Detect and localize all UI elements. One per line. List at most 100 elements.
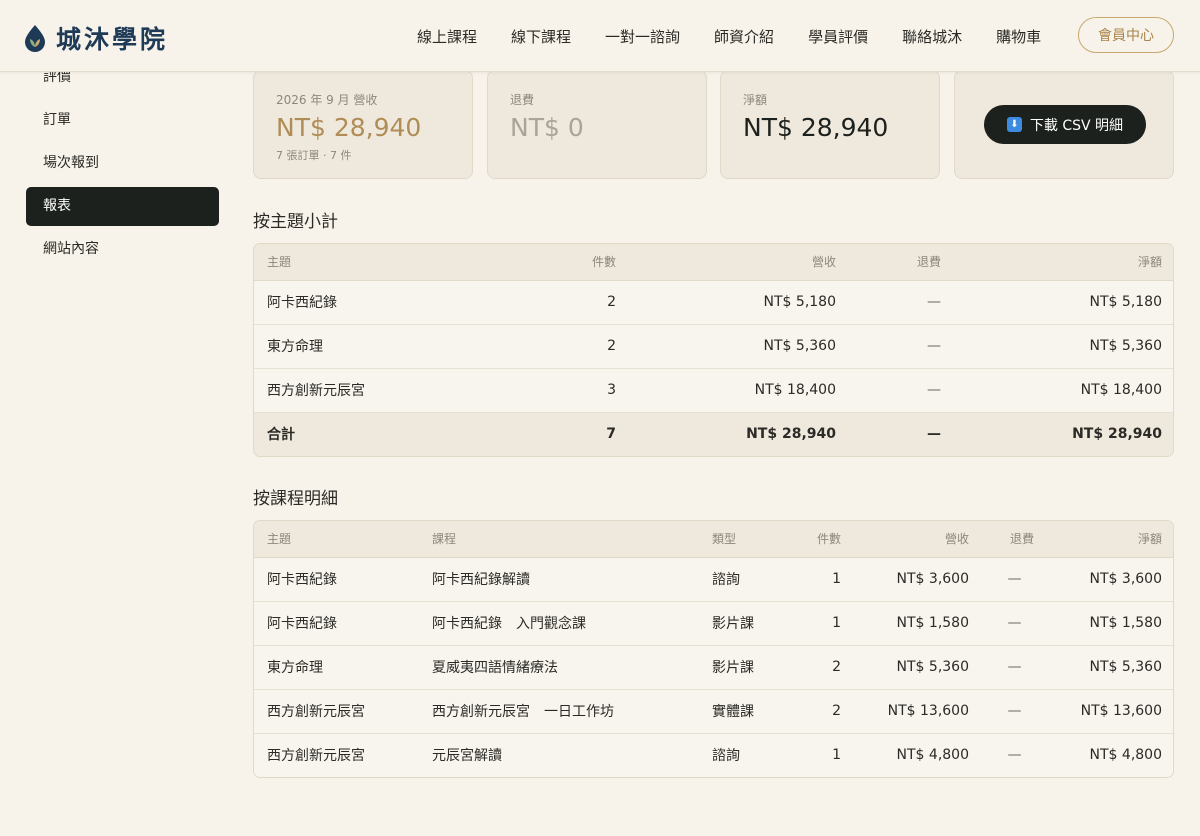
brand-name: 城沐學院: [56, 25, 169, 54]
cell-count: 2: [504, 280, 629, 325]
cell-total-net: NT$ 28,940: [954, 412, 1173, 456]
nav-cart[interactable]: 購物車: [996, 26, 1041, 47]
table-header-row: 主題 課程 類型 件數 營收 退費 淨額: [254, 521, 1173, 558]
refund-value: NT$ 0: [510, 113, 584, 142]
cell-count: 2: [784, 689, 854, 734]
cell-revenue: NT$ 3,600: [854, 557, 982, 602]
col-revenue[interactable]: 營收: [629, 244, 849, 281]
table-header-row: 主題 件數 營收 退費 淨額: [254, 244, 1173, 281]
nav-online-courses[interactable]: 線上課程: [417, 26, 477, 47]
download-csv-label: 下載 CSV 明細: [1029, 117, 1124, 134]
cell-count: 1: [832, 747, 841, 764]
admin-sidebar: 評價 訂單 場次報到 報表 網站內容: [26, 58, 219, 273]
sidebar-item-site-content[interactable]: 網站內容: [26, 230, 219, 269]
col-net[interactable]: 淨額: [954, 244, 1173, 281]
download-csv-button[interactable]: ⬇ 下載 CSV 明細: [984, 105, 1146, 144]
cell-topic: 西方創新元辰宮: [267, 748, 365, 765]
table-row: 東方命理 夏威夷四語情緒療法 影片課 2 NT$ 5,360 — NT$ 5,3…: [254, 645, 1173, 690]
col-topic[interactable]: 主題: [254, 521, 419, 558]
cell-net: NT$ 5,360: [1047, 645, 1173, 690]
cell-revenue: NT$ 13,600: [854, 689, 982, 734]
revenue-card: 2026 年 9 月 營收 NT$ 28,940 7 張訂單 · 7 件: [253, 70, 473, 179]
table-row: 阿卡西紀錄 2 NT$ 5,180 — NT$ 5,180: [254, 280, 1173, 325]
download-arrow-icon: ⬇: [1006, 117, 1022, 132]
cell-course: 夏威夷四語情緒療法: [419, 645, 699, 690]
col-count[interactable]: 件數: [784, 521, 854, 558]
net-value: NT$ 28,940: [743, 113, 889, 142]
cell-net: NT$ 13,600: [1047, 689, 1173, 734]
cell-refund: —: [982, 601, 1047, 646]
nav-offline-courses[interactable]: 線下課程: [511, 26, 571, 47]
cell-net: NT$ 5,180: [954, 280, 1173, 325]
cell-net: NT$ 4,800: [1089, 747, 1162, 764]
revenue-value: NT$ 28,940: [276, 113, 422, 142]
cell-topic: 阿卡西紀錄: [254, 601, 419, 646]
cell-refund: —: [849, 280, 954, 325]
cell-net: NT$ 1,580: [1047, 601, 1173, 646]
cell-total-refund: —: [849, 412, 954, 456]
refund-label: 退費: [510, 93, 535, 107]
net-card: 淨額 NT$ 28,940: [720, 70, 940, 179]
col-revenue[interactable]: 營收: [854, 521, 982, 558]
cell-count: 1: [784, 601, 854, 646]
nav-consultation[interactable]: 一對一諮詢: [605, 26, 680, 47]
cell-count: 2: [504, 324, 629, 369]
nav-reviews[interactable]: 學員評價: [808, 26, 868, 47]
cell-count: 2: [784, 645, 854, 690]
member-center-button[interactable]: 會員中心: [1078, 17, 1174, 53]
sidebar-item-reports[interactable]: 報表: [26, 187, 219, 226]
cell-total-label: 合計: [254, 412, 504, 456]
cell-type: 實體課: [699, 689, 784, 734]
table-row: 阿卡西紀錄 阿卡西紀錄 入門觀念課 影片課 1 NT$ 1,580 — NT$ …: [254, 601, 1173, 646]
cell-revenue: NT$ 5,360: [629, 324, 849, 369]
cell-revenue: NT$ 1,580: [854, 601, 982, 646]
table-row: 西方創新元辰宮 元辰宮解讀 諮詢 1 NT$ 4,800 — NT$ 4,800: [254, 733, 1173, 777]
col-type[interactable]: 類型: [699, 521, 784, 558]
cell-topic: 西方創新元辰宮: [254, 368, 504, 413]
cell-course: 阿卡西紀錄 入門觀念課: [419, 601, 699, 646]
col-refund[interactable]: 退費: [849, 244, 954, 281]
leaf-drop-icon: [25, 25, 45, 52]
main-nav: 線上課程 線下課程 一對一諮詢 師資介紹 學員評價 聯絡城沐 購物車: [400, 0, 1058, 72]
cell-course: 元辰宮解讀: [432, 748, 502, 765]
cell-course: 阿卡西紀錄解讀: [419, 557, 699, 602]
sidebar-item-checkin[interactable]: 場次報到: [26, 144, 219, 183]
col-count[interactable]: 件數: [504, 244, 629, 281]
cell-refund: —: [982, 557, 1047, 602]
cell-topic: 阿卡西紀錄: [254, 280, 504, 325]
cell-refund: —: [1007, 747, 1022, 764]
topic-subtotal-title: 按主題小計: [253, 212, 338, 232]
nav-teachers[interactable]: 師資介紹: [714, 26, 774, 47]
topic-subtotal-table: 主題 件數 營收 退費 淨額 阿卡西紀錄 2 NT$ 5,180 — NT$ 5…: [253, 243, 1174, 457]
cell-topic: 東方命理: [254, 645, 419, 690]
revenue-label: 2026 年 9 月 營收: [276, 93, 378, 107]
col-net[interactable]: 淨額: [1047, 521, 1173, 558]
col-topic[interactable]: 主題: [254, 244, 504, 281]
col-refund[interactable]: 退費: [982, 521, 1047, 558]
cell-refund: —: [982, 689, 1047, 734]
table-row: 西方創新元辰宮 3 NT$ 18,400 — NT$ 18,400: [254, 368, 1173, 413]
cell-total-revenue: NT$ 28,940: [629, 412, 849, 456]
net-label: 淨額: [743, 93, 768, 107]
cell-refund: —: [982, 645, 1047, 690]
nav-contact[interactable]: 聯絡城沐: [902, 26, 962, 47]
table-total-row: 合計 7 NT$ 28,940 — NT$ 28,940: [254, 412, 1173, 456]
cell-count: 1: [784, 557, 854, 602]
table-row: 東方命理 2 NT$ 5,360 — NT$ 5,360: [254, 324, 1173, 369]
course-detail-title: 按課程明細: [253, 489, 338, 509]
cell-type: 影片課: [699, 645, 784, 690]
cell-count: 3: [504, 368, 629, 413]
sidebar-item-orders[interactable]: 訂單: [26, 101, 219, 140]
cell-topic: 東方命理: [254, 324, 504, 369]
cell-refund: —: [849, 324, 954, 369]
cell-revenue: NT$ 4,800: [896, 747, 969, 764]
export-card: ⬇ 下載 CSV 明細: [954, 70, 1174, 179]
course-detail-table: 主題 課程 類型 件數 營收 退費 淨額 阿卡西紀錄 阿卡西紀錄解讀 諮詢 1 …: [253, 520, 1174, 778]
cell-topic: 西方創新元辰宮: [254, 689, 419, 734]
cell-type: 諮詢: [712, 748, 740, 765]
col-course[interactable]: 課程: [419, 521, 699, 558]
brand-logo[interactable]: 城沐學院: [24, 20, 168, 56]
cell-topic: 阿卡西紀錄: [254, 557, 419, 602]
site-header: 城沐學院 線上課程 線下課程 一對一諮詢 師資介紹 學員評價 聯絡城沐 購物車 …: [0, 0, 1200, 72]
cell-net: NT$ 18,400: [954, 368, 1173, 413]
